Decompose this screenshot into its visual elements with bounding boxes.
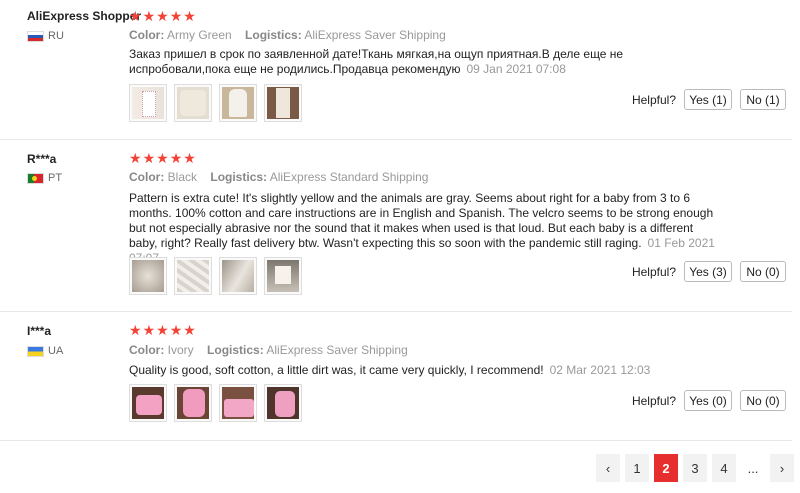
- helpful-vote: Helpful? Yes (3) No (0): [632, 261, 786, 282]
- reviewer-country: UA: [27, 345, 63, 357]
- star-icon: ★: [183, 150, 196, 166]
- helpful-vote: Helpful? Yes (0) No (0): [632, 390, 786, 411]
- order-info: Color: Army Green Logistics: AliExpress …: [129, 28, 446, 42]
- review-photo[interactable]: [174, 384, 212, 422]
- review-photos: [129, 257, 302, 295]
- star-icon: ★: [142, 322, 156, 338]
- color-label: Color:: [129, 343, 165, 357]
- star-icon: ★: [129, 150, 142, 166]
- star-rating: ★ ★ ★ ★ ★: [129, 323, 196, 337]
- helpful-label: Helpful?: [631, 264, 676, 279]
- review-body: Quality is good, soft cotton, a little d…: [129, 363, 544, 377]
- review-text: Pattern is extra cute! It's slightly yel…: [129, 191, 719, 266]
- review-item: R***a PT ★ ★ ★ ★ ★ Color: Black Logistics: A…: [0, 140, 792, 312]
- logistics-value: AliExpress Saver Shipping: [266, 343, 408, 357]
- country-code: PT: [48, 172, 63, 184]
- star-icon: ★: [142, 8, 156, 24]
- review-text: Заказ пришел в срок по заявленной дате!Т…: [129, 47, 719, 77]
- helpful-yes-button[interactable]: Yes (1): [684, 89, 732, 110]
- logistics-value: AliExpress Saver Shipping: [304, 28, 446, 42]
- helpful-vote: Helpful? Yes (1) No (1): [632, 89, 786, 110]
- reviewer-name: R***a: [27, 152, 57, 166]
- review-photo[interactable]: [264, 384, 302, 422]
- star-icon: ★: [156, 322, 169, 338]
- color-label: Color:: [129, 170, 165, 184]
- review-photo[interactable]: [219, 84, 257, 122]
- helpful-yes-button[interactable]: Yes (0): [684, 390, 732, 411]
- color-value: Ivory: [167, 343, 194, 357]
- star-icon: ★: [169, 8, 183, 24]
- helpful-no-button[interactable]: No (1): [740, 89, 786, 110]
- review-photos: [129, 84, 302, 122]
- review-item: I***a UA ★ ★ ★ ★ ★ Color: Ivory Logistics: A…: [0, 312, 792, 441]
- reviewer-country: PT: [27, 172, 62, 184]
- review-item: AliExpress Shopper RU ★ ★ ★ ★ ★ Color: Army …: [0, 0, 792, 140]
- review-photo[interactable]: [129, 257, 167, 295]
- star-icon: ★: [129, 322, 142, 338]
- prev-page-button[interactable]: ‹: [596, 454, 620, 482]
- helpful-yes-button[interactable]: Yes (3): [684, 261, 732, 282]
- review-photo[interactable]: [219, 384, 257, 422]
- country-code: UA: [48, 345, 64, 357]
- country-code: RU: [48, 30, 64, 42]
- review-photo[interactable]: [264, 257, 302, 295]
- star-rating: ★ ★ ★ ★ ★: [129, 151, 196, 165]
- ru-flag-icon: [27, 30, 44, 42]
- review-photos: [129, 384, 302, 422]
- color-value: Black: [167, 170, 198, 184]
- star-rating: ★ ★ ★ ★ ★: [129, 9, 196, 23]
- page-button-1[interactable]: 1: [625, 454, 649, 482]
- star-icon: ★: [183, 8, 196, 24]
- review-date: 02 Mar 2021 12:03: [549, 363, 651, 377]
- reviewer-name: I***a: [27, 324, 52, 338]
- color-label: Color:: [129, 28, 165, 42]
- review-photo[interactable]: [174, 84, 212, 122]
- pagination-ellipsis: ...: [747, 460, 759, 476]
- helpful-no-button[interactable]: No (0): [740, 261, 786, 282]
- review-date: 09 Jan 2021 07:08: [466, 62, 566, 76]
- review-photo[interactable]: [174, 257, 212, 295]
- review-body: Pattern is extra cute! It's slightly yel…: [129, 191, 714, 250]
- star-icon: ★: [169, 150, 183, 166]
- helpful-label: Helpful?: [631, 92, 676, 107]
- star-icon: ★: [156, 150, 169, 166]
- reviewer-name: AliExpress Shopper: [27, 9, 142, 23]
- logistics-label: Logistics:: [210, 170, 268, 184]
- helpful-label: Helpful?: [631, 393, 676, 408]
- helpful-no-button[interactable]: No (0): [740, 390, 786, 411]
- star-icon: ★: [142, 150, 156, 166]
- review-photo[interactable]: [129, 84, 167, 122]
- star-icon: ★: [129, 8, 142, 24]
- order-info: Color: Black Logistics: AliExpress Stand…: [129, 170, 428, 184]
- logistics-label: Logistics:: [207, 343, 264, 357]
- review-photo[interactable]: [219, 257, 257, 295]
- order-info: Color: Ivory Logistics: AliExpress Saver…: [129, 343, 408, 357]
- logistics-value: AliExpress Standard Shipping: [269, 170, 429, 184]
- next-page-button[interactable]: ›: [770, 454, 794, 482]
- page-button-2-current[interactable]: 2: [654, 454, 678, 482]
- star-icon: ★: [169, 322, 183, 338]
- pagination: ‹ 1 2 3 4 ... ›: [596, 454, 794, 482]
- review-photo[interactable]: [264, 84, 302, 122]
- logistics-label: Logistics:: [245, 28, 302, 42]
- ua-flag-icon: [27, 345, 44, 357]
- page-button-3[interactable]: 3: [683, 454, 707, 482]
- color-value: Army Green: [167, 28, 232, 42]
- review-text: Quality is good, soft cotton, a little d…: [129, 363, 719, 378]
- star-icon: ★: [156, 8, 169, 24]
- pt-flag-icon: [27, 172, 44, 184]
- star-icon: ★: [183, 322, 196, 338]
- page-button-4[interactable]: 4: [712, 454, 736, 482]
- review-photo[interactable]: [129, 384, 167, 422]
- reviewer-country: RU: [27, 30, 64, 42]
